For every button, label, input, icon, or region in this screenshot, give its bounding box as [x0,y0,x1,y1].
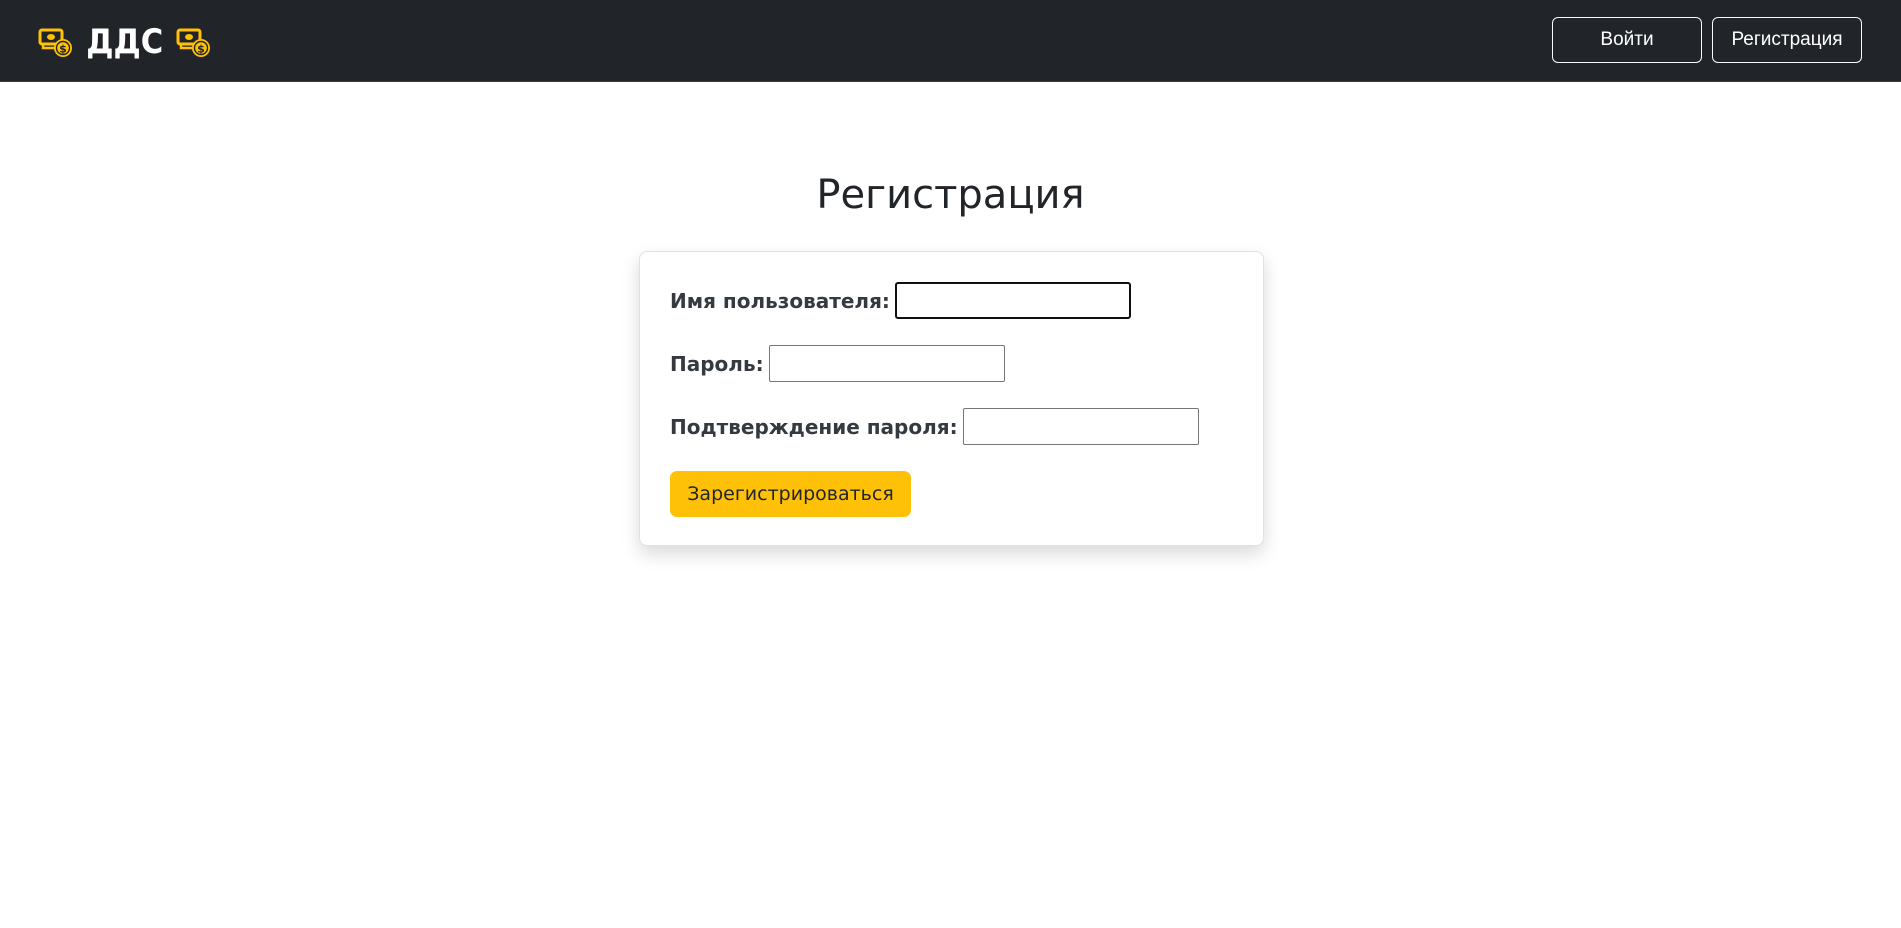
password-row: Пароль: [670,345,1005,382]
money-icon: $ [38,28,72,57]
username-label: Имя пользователя: [670,288,890,313]
confirm-password-label: Подтверждение пароля: [670,414,958,439]
password-label: Пароль: [670,351,764,376]
top-navbar: $ ДДС $ Войти Регистрация [0,0,1901,82]
brand-name: ДДС [86,22,164,62]
page-title: Регистрация [816,172,1085,218]
svg-text:$: $ [197,43,205,56]
money-icon: $ [176,28,210,57]
password-input[interactable] [768,345,1005,382]
username-row: Имя пользователя: [670,282,1131,319]
brand-logo-link[interactable]: $ ДДС $ [38,20,212,64]
nav-buttons: Войти Регистрация [1552,17,1862,63]
confirm-password-input[interactable] [962,408,1199,445]
svg-text:$: $ [59,43,67,56]
username-input[interactable] [894,282,1131,319]
confirm-password-row: Подтверждение пароля: [670,408,1199,445]
login-button[interactable]: Войти [1552,17,1702,63]
register-submit-button[interactable]: Зарегистрироваться [670,471,911,517]
register-nav-button[interactable]: Регистрация [1712,17,1862,63]
registration-form-card: Имя пользователя: Пароль: Подтверждение … [639,251,1264,546]
